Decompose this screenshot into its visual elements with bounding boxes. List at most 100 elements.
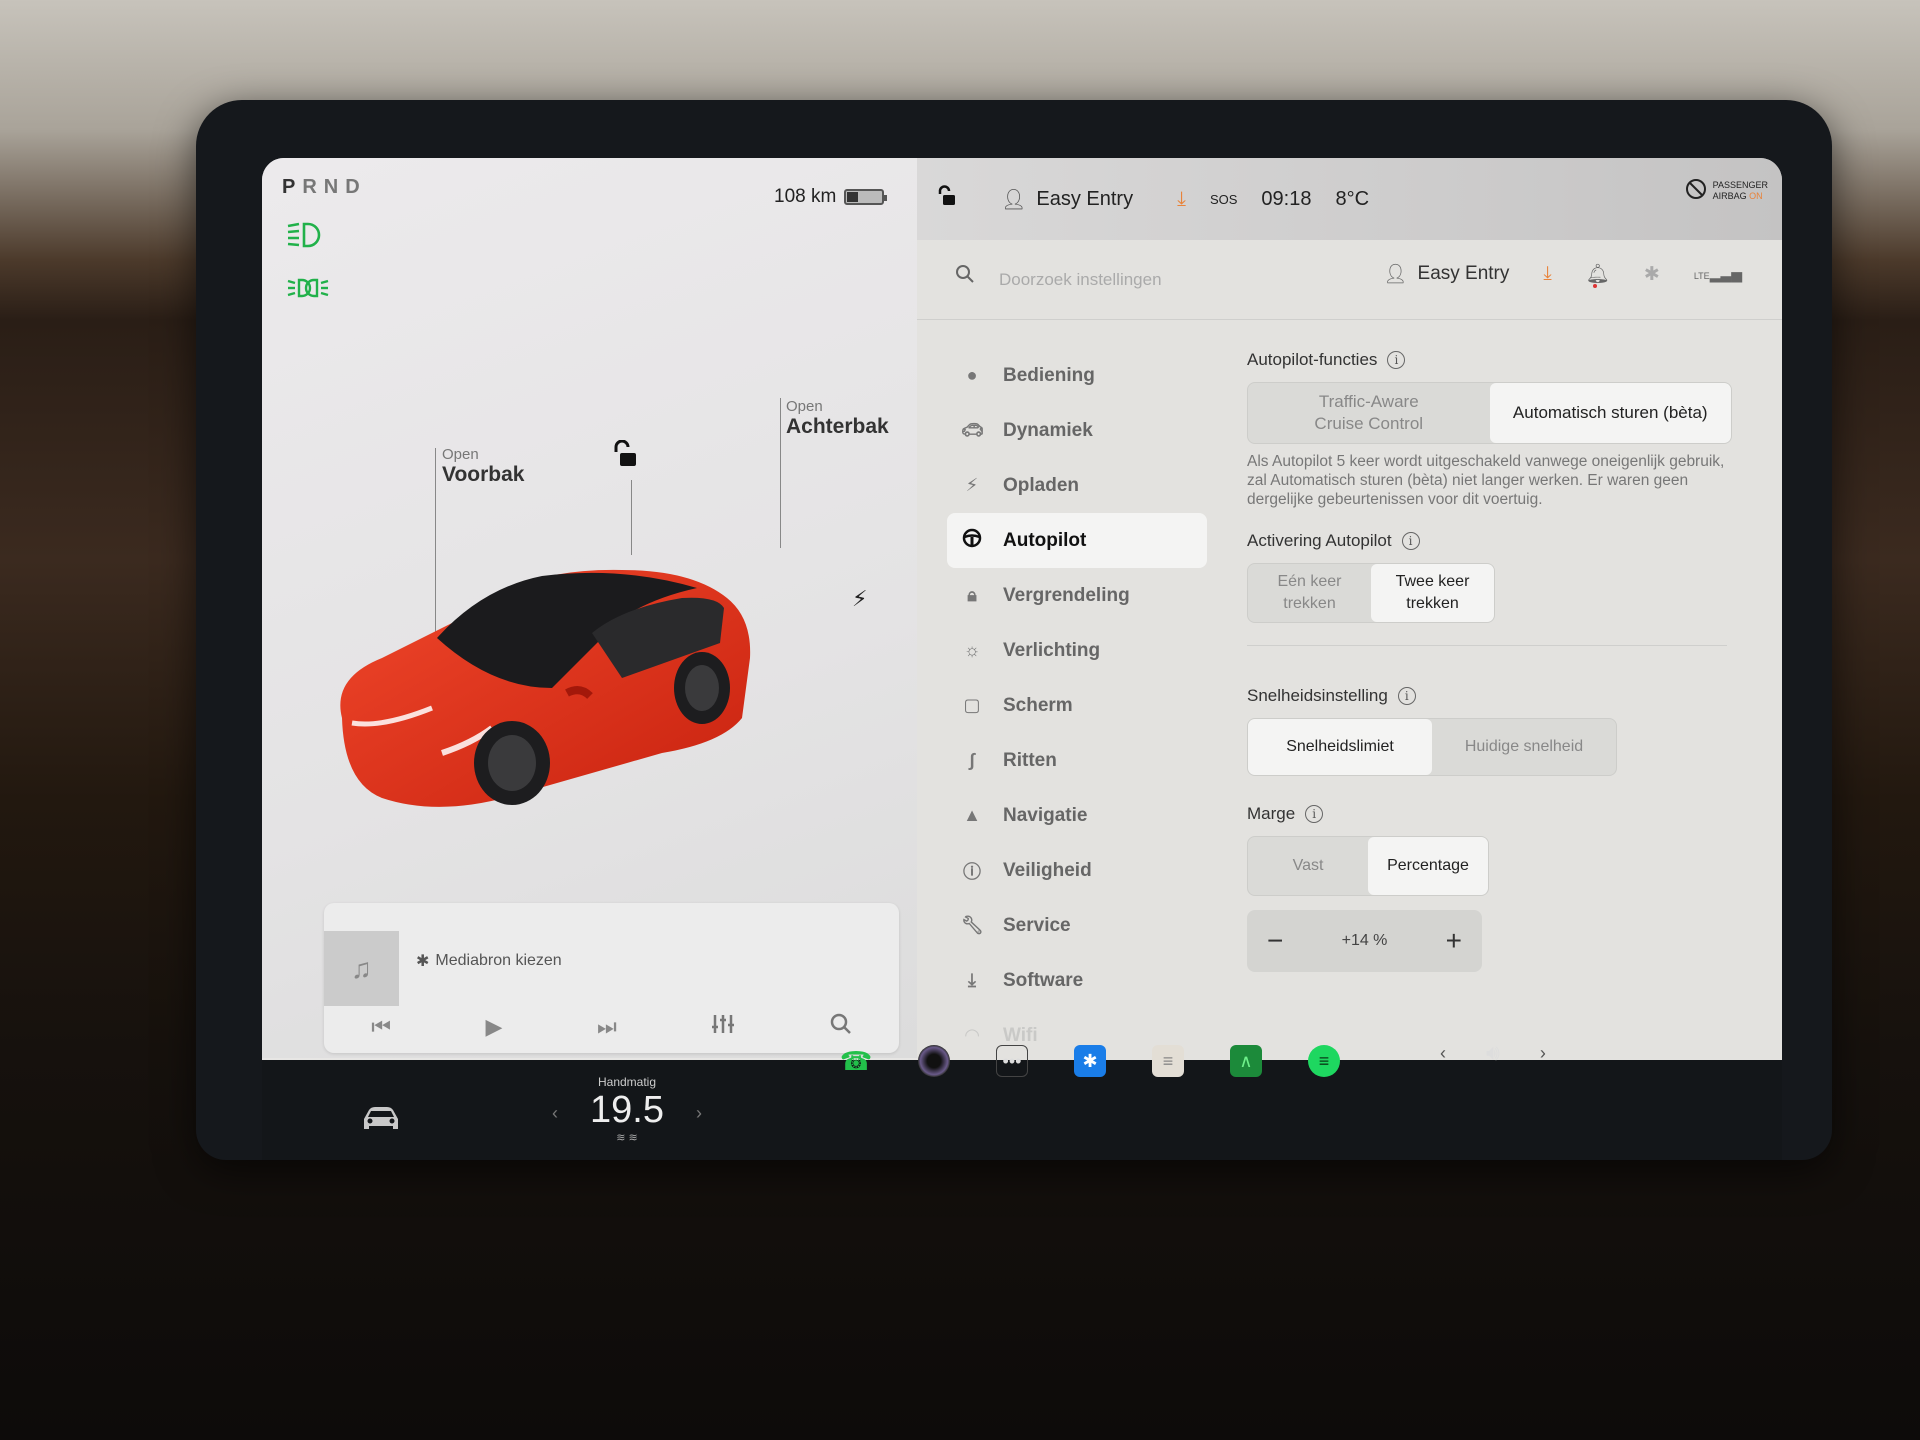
more-apps-icon[interactable]: ••• [996,1045,1028,1077]
gear-indicator: PRND [282,176,367,199]
equalizer-button[interactable] [711,1013,735,1041]
safety-icon: ⓘ [963,861,981,882]
range-indicator: 108 km [774,186,888,208]
play-button[interactable]: ▶︎ [486,1014,503,1040]
nav-item-ritten[interactable]: ∫ Ritten [947,733,1207,788]
lte-signal-icon: LTE▂▃▅ [1693,265,1742,282]
trunk-label[interactable]: Achterbak [786,415,889,439]
nav-label: Wifi [1003,1024,1038,1046]
sos-button[interactable]: SOS [1210,192,1237,207]
energy-app-icon[interactable]: ∧ [1230,1045,1262,1077]
toggle-icon: ● [966,365,978,385]
option-double-pull[interactable]: Twee keer trekken [1371,564,1494,622]
frunk-callout[interactable]: Open Voorbak [442,446,524,487]
autopilot-activation-selector: Eén keer trekken Twee keer trekken [1247,563,1495,623]
nav-item-software[interactable]: ⤓ Software [947,953,1207,1008]
nav-item-verlichting[interactable]: ☼ Verlichting [947,623,1207,678]
unlocked-padlock-icon[interactable] [937,185,957,213]
media-search-button[interactable] [830,1013,852,1041]
trunk-callout[interactable]: Open Achterbak [786,398,889,439]
climate-control[interactable]: Handmatig 19.5 ‹ › ≋ ≋ [552,1075,702,1144]
speaker-icon[interactable]: 🔊︎ [1486,1040,1500,1066]
unlocked-padlock-icon[interactable] [610,439,640,475]
frunk-label[interactable]: Voorbak [442,463,524,487]
media-source-selector[interactable]: ✱ Mediabron kiezen [416,951,562,971]
info-icon[interactable]: i [1401,532,1420,550]
person-icon: 👤︎ [1383,264,1408,285]
gear-r: R [302,176,324,198]
bluetooth-app-icon[interactable]: ✱ [1074,1045,1106,1077]
nav-label: Ritten [1003,749,1057,771]
search-icon [955,264,975,290]
option-autosteer-beta[interactable]: Automatisch sturen (bèta) [1489,383,1731,443]
airbag-icon [1685,178,1707,203]
nav-item-veiligheid[interactable]: ⓘ Veiligheid [947,843,1207,898]
option-speed-limit[interactable]: Snelheidslimiet [1248,719,1432,775]
defrost-icons[interactable]: ≋ ≋ [552,1131,702,1144]
volume-down-chevron-icon[interactable]: ‹ [1440,1043,1446,1064]
wrench-icon: 🔧︎ [961,915,984,935]
volume-up-chevron-icon[interactable]: › [1540,1043,1546,1064]
next-track-button[interactable]: ⏭︎ [597,1014,617,1040]
trips-icon: ∫ [969,750,975,770]
info-icon[interactable]: i [1305,805,1324,823]
settings-header: 👤︎ Easy Entry ⤓ 🔔︎ ✱ LTE▂▃▅ [917,240,1782,320]
light-icon: ☼ [963,640,981,660]
nav-item-scherm[interactable]: ▢ Scherm [947,678,1207,733]
option-traffic-aware-cruise-control[interactable]: Traffic-Aware Cruise Control [1248,383,1490,443]
car-controls-icon[interactable] [360,1105,402,1138]
temp-down-chevron-icon[interactable]: ‹ [552,1103,558,1124]
option-percentage[interactable]: Percentage [1368,837,1488,895]
car-panel: PRND 108 km Open Voorbak Open Achterbak … [262,158,917,1058]
option-fixed[interactable]: Vast [1248,837,1368,895]
nav-item-opladen[interactable]: ⚡︎ Opladen [947,458,1207,513]
previous-track-button[interactable]: ⏮︎ [371,1014,391,1040]
nav-label: Navigatie [1003,804,1088,826]
header-profile-name: Easy Entry [1417,263,1510,284]
margin-stepper: − +14 % + [1247,910,1482,972]
option-current-speed[interactable]: Huidige snelheid [1432,719,1616,775]
nav-label: Verlichting [1003,639,1101,661]
decrease-margin-button[interactable]: − [1267,925,1283,957]
app-launcher: ☎︎ ••• ✱ ≡ ∧ ≡ [840,1045,1340,1077]
camera-app-icon[interactable] [918,1045,950,1077]
nav-item-navigatie[interactable]: ▲ Navigatie [947,788,1207,843]
nav-item-dynamiek[interactable]: 🚗︎ Dynamiek [947,403,1207,458]
software-update-icon[interactable]: ⤓ [1543,263,1551,285]
settings-search-input[interactable] [999,260,1359,300]
nav-label: Autopilot [1003,529,1087,551]
lock-icon: 🔒︎ [967,585,977,605]
option-single-pull[interactable]: Eén keer trekken [1248,564,1371,622]
charge-port-bolt-icon[interactable]: ⚡︎ [852,586,867,612]
music-note-icon[interactable]: ♫ [324,931,399,1006]
airbag-state: ON [1749,190,1763,201]
nav-item-autopilot[interactable]: Autopilot [947,513,1207,568]
profile-name: Easy Entry [1036,187,1134,210]
bluetooth-icon[interactable]: ✱ [1644,263,1660,286]
software-update-icon[interactable]: ⤓ [1177,188,1186,211]
outside-temperature: 8°C [1335,187,1370,210]
gear-n: N [323,176,346,198]
gear-p: P [282,176,303,198]
header-profile[interactable]: 👤︎ Easy Entry [1383,262,1509,286]
wifi-icon: ◠ [965,1025,979,1045]
margin-type-selector: Vast Percentage [1247,836,1489,896]
phone-app-icon[interactable]: ☎︎ [840,1045,872,1077]
section-divider [1247,645,1727,646]
driver-profile[interactable]: 👤︎ Easy Entry [1001,187,1133,212]
nav-item-bediening[interactable]: ● Bediening [947,348,1207,403]
nav-label: Vergrendeling [1003,584,1130,606]
nav-item-vergrendeling[interactable]: 🔒︎ Vergrendeling [947,568,1207,623]
notification-bell-icon[interactable]: 🔔︎ [1586,262,1610,288]
autopilot-features-title: Autopilot-functies i [1247,350,1747,370]
spotify-app-icon[interactable]: ≡ [1308,1045,1340,1077]
info-icon[interactable]: i [1387,351,1406,369]
nav-item-service[interactable]: 🔧︎ Service [947,898,1207,953]
trunk-callout-line [780,398,781,548]
info-icon[interactable]: i [1397,687,1416,705]
temp-up-chevron-icon[interactable]: › [696,1103,702,1124]
autopilot-activation-title: Activering Autopilot i [1247,531,1747,551]
increase-margin-button[interactable]: + [1446,925,1462,957]
toybox-app-icon[interactable]: ≡ [1152,1045,1184,1077]
navigation-icon: ▲ [963,805,981,825]
